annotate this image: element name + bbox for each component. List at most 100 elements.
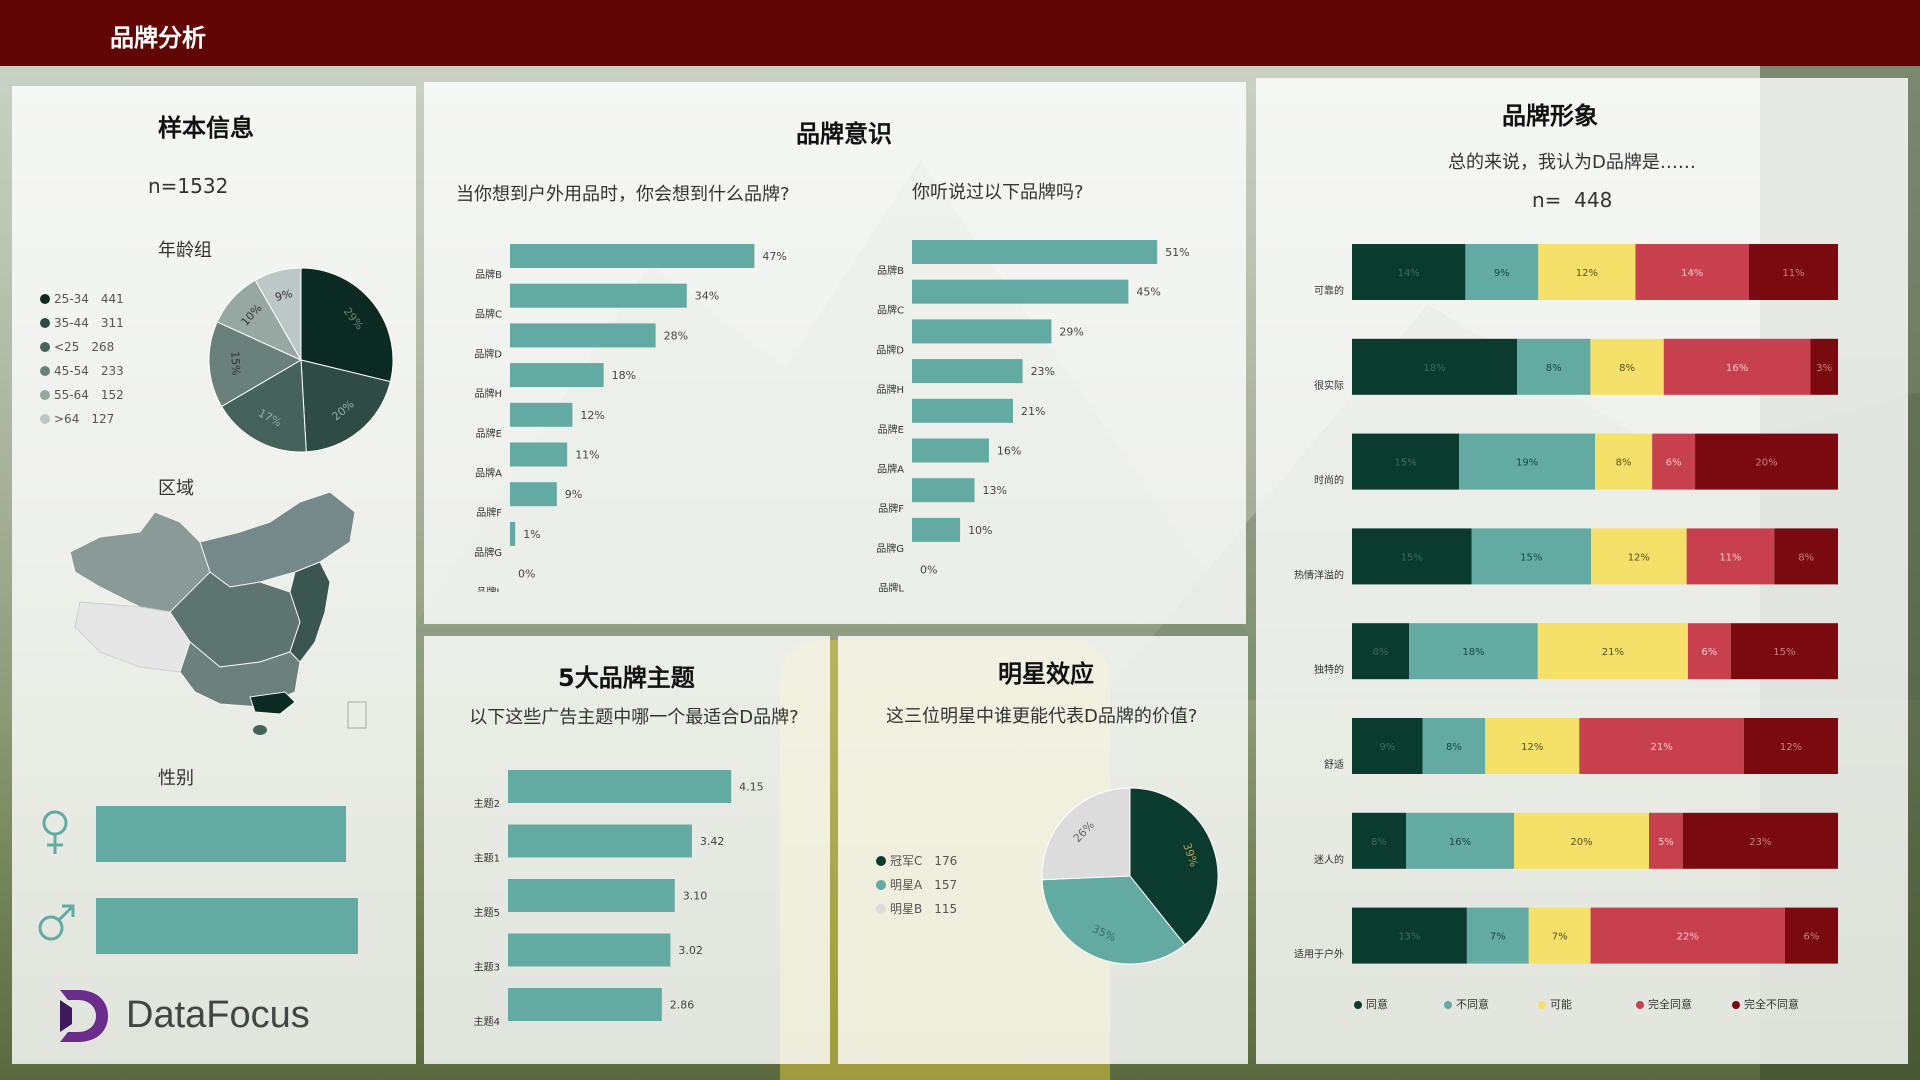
stack-value-label: 22%: [1677, 932, 1699, 943]
bar-品牌E: [510, 402, 573, 427]
stack-category-label: 时尚的: [1314, 474, 1344, 487]
stack-value-label: 8%: [1619, 363, 1635, 374]
male-bar: [96, 898, 358, 954]
brand-image-panel: 品牌形象 总的来说，我认为D品牌是…… n= 448 14% 9% 12% 14% 11…: [1256, 78, 1908, 1064]
age-group-title: 年龄组: [158, 240, 212, 261]
legend-swatch: [40, 414, 50, 424]
legend-swatch: [40, 390, 50, 400]
legend-count: 268: [91, 340, 115, 354]
bar-category-label: 品牌D: [474, 347, 502, 360]
stack-value-label: 15%: [1773, 647, 1795, 658]
bar-品牌D: [510, 323, 656, 348]
bar-品牌B: [912, 240, 1158, 264]
bar-品牌B: [510, 244, 755, 268]
legend-swatch: [876, 904, 886, 914]
datafocus-logo-icon: [60, 990, 108, 1042]
bar-category-label: 品牌F: [476, 506, 502, 519]
bar-value-label: 51%: [1165, 246, 1189, 259]
legend-label: 同意: [1366, 998, 1388, 1011]
legend-count: 311: [100, 316, 124, 330]
bar-value-label: 4.15: [739, 781, 764, 794]
legend-label: >64: [54, 412, 80, 426]
map-inset-box: [347, 701, 367, 729]
bar-category-label: 品牌D: [876, 343, 904, 356]
star-pie-chart: 39%35%26%: [1041, 787, 1219, 965]
legend-count: 127: [91, 412, 115, 426]
image-title: 品牌形象: [1502, 102, 1598, 130]
stack-category-label: 适用于户外: [1294, 948, 1344, 961]
bar-value-label: 29%: [1059, 325, 1083, 338]
stack-value-label: 7%: [1552, 932, 1568, 943]
legend-count: 176: [934, 854, 958, 868]
star-effect-panel: 明星效应 这三位明星中谁更能代表D品牌的价值? 冠军C 176 明星A 157 明星B 1…: [838, 636, 1248, 1064]
stack-value-label: 12%: [1628, 552, 1650, 563]
legend-item: 明星A 157: [876, 876, 957, 893]
gender-title: 性别: [158, 768, 194, 789]
legend-item: <25 268: [40, 340, 114, 354]
page-title: 品牌分析: [110, 24, 206, 52]
bar-value-label: 3.02: [678, 944, 703, 957]
bar-value-label: 3.10: [683, 890, 708, 903]
bar-value-label: 47%: [762, 250, 786, 263]
bar-品牌A: [912, 438, 989, 463]
image-n-value: 448: [1574, 188, 1613, 212]
bar-value-label: 12%: [580, 409, 604, 422]
map-region-hainan: [253, 725, 267, 735]
bar-category-label: 品牌C: [475, 308, 502, 321]
stack-value-label: 15%: [1401, 552, 1423, 563]
legend-item: 完全不同意: [1732, 996, 1799, 1012]
stack-value-label: 16%: [1449, 837, 1471, 848]
themes-question: 以下这些广告主题中哪一个最适合D品牌?: [469, 707, 799, 728]
legend-swatch: [876, 880, 886, 890]
bar-category-label: 主题2: [474, 798, 500, 810]
bar-category-label: 品牌A: [877, 463, 904, 476]
legend-item: 同意: [1354, 996, 1388, 1012]
bar-value-label: 34%: [695, 290, 719, 303]
legend-label: 可能: [1550, 998, 1572, 1011]
stack-value-label: 5%: [1658, 837, 1674, 848]
legend-swatch: [40, 366, 50, 376]
legend-swatch: [1636, 1001, 1644, 1009]
bar-category-label: 主题5: [474, 907, 500, 919]
legend-label: 完全不同意: [1744, 998, 1799, 1011]
bar-品牌C: [510, 283, 687, 308]
bar-category-label: 品牌B: [475, 268, 502, 281]
stack-value-label: 6%: [1666, 458, 1682, 469]
bar-品牌A: [510, 442, 568, 467]
brand-themes-panel: 5大品牌主题 以下这些广告主题中哪一个最适合D品牌? 4.15 主题2 3.42 主题…: [424, 636, 830, 1064]
datafocus-logo-text: DataFocus: [126, 994, 310, 1036]
bar-category-label: 主题4: [474, 1016, 500, 1028]
bar-品牌F: [912, 478, 975, 503]
stack-value-label: 6%: [1804, 932, 1820, 943]
bar-value-label: 23%: [1031, 365, 1055, 378]
stack-value-label: 7%: [1490, 932, 1506, 943]
bar-value-label: 9%: [565, 488, 582, 501]
stack-value-label: 16%: [1726, 363, 1748, 374]
bar-品牌H: [510, 363, 604, 388]
bar-category-label: 品牌H: [474, 387, 502, 400]
bar-category-label: 品牌L: [476, 586, 502, 592]
legend-swatch: [1354, 1001, 1362, 1009]
stack-category-label: 很实际: [1314, 379, 1344, 392]
legend-label: 完全同意: [1648, 998, 1692, 1011]
bar-value-label: 0%: [920, 564, 937, 577]
bar-category-label: 品牌G: [474, 546, 502, 559]
legend-item: 55-64 152: [40, 388, 124, 402]
legend-label: 35-44: [54, 316, 89, 330]
bar-品牌G: [510, 521, 516, 546]
brand-awareness-panel: 品牌意识 当你想到户外用品时，你会想到什么品牌? 你听说过以下品牌吗? 47% 品…: [424, 82, 1246, 624]
bar-category-label: 品牌E: [476, 427, 502, 440]
bar-value-label: 16%: [997, 445, 1021, 458]
stack-value-label: 21%: [1602, 647, 1624, 658]
image-n-label: n=: [1532, 188, 1562, 212]
stack-value-label: 6%: [1701, 647, 1717, 658]
age-pie-chart: 29%20%17%15%10%9%: [208, 267, 394, 453]
star-title: 明星效应: [998, 660, 1094, 688]
stack-value-label: 21%: [1651, 742, 1673, 753]
image-sample-size: n= 448: [1532, 188, 1612, 212]
bar-value-label: 13%: [983, 484, 1007, 497]
unaided-question: 当你想到户外用品时，你会想到什么品牌?: [456, 184, 790, 205]
bar-主题5: [508, 879, 675, 912]
bar-value-label: 3.42: [700, 835, 725, 848]
legend-label: 45-54: [54, 364, 89, 378]
